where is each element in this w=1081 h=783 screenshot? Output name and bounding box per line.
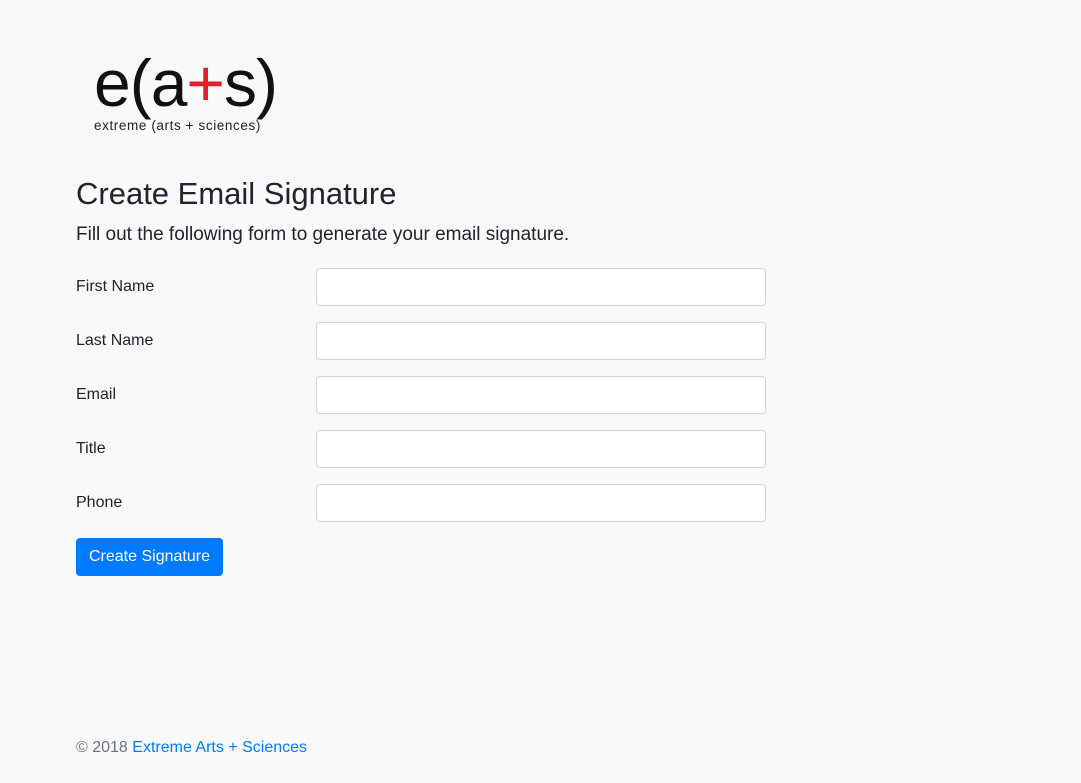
form-row-last-name: Last Name	[76, 322, 766, 360]
first-name-input[interactable]	[316, 268, 766, 306]
form-row-phone: Phone	[76, 484, 766, 522]
email-label: Email	[76, 386, 117, 403]
last-name-input[interactable]	[316, 322, 766, 360]
title-label: Title	[76, 440, 106, 457]
page-lead: Fill out the following form to generate …	[76, 224, 570, 245]
footer: © 2018 Extreme Arts + Sciences	[76, 738, 307, 758]
phone-input[interactable]	[316, 484, 766, 522]
logo-mark: e(a+s)	[94, 46, 278, 120]
footer-copyright: © 2018	[76, 739, 128, 756]
form-row-title: Title	[76, 430, 766, 468]
last-name-label: Last Name	[76, 332, 154, 349]
logo-tagline: extreme (arts + sciences)	[94, 118, 261, 133]
form-row-first-name: First Name	[76, 268, 766, 306]
title-input[interactable]	[316, 430, 766, 468]
footer-company-link[interactable]: Extreme Arts + Sciences	[132, 739, 307, 756]
phone-label: Phone	[76, 494, 123, 511]
create-signature-button[interactable]: Create Signature	[76, 538, 223, 576]
first-name-label: First Name	[76, 278, 155, 295]
email-input[interactable]	[316, 376, 766, 414]
page-title: Create Email Signature	[76, 176, 397, 211]
logo: e(a+s) extreme (arts + sciences)	[94, 50, 294, 150]
form-row-email: Email	[76, 376, 766, 414]
